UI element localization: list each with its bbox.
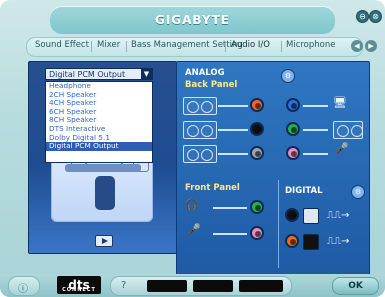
jack-pink[interactable] [286, 146, 300, 160]
connector-line [303, 105, 328, 107]
section-divider [278, 180, 279, 268]
analog-settings-gear-icon[interactable]: ⚙ [281, 69, 295, 83]
tab-separator [225, 41, 226, 52]
connector-line [213, 233, 247, 235]
tab-separator [281, 41, 282, 52]
chevron-down-icon[interactable]: ▼ [141, 69, 152, 79]
dts-logo-subtext: CONNECT [62, 287, 96, 293]
audio-io-panel: ANALOG ⚙ Back Panel 🖥 🎤 Front Panel 🎧 🎤 … [176, 61, 370, 276]
back-panel-row-1: 🖥 [183, 94, 363, 116]
front-panel-label: Front Panel [185, 183, 240, 193]
audio-manager-window: GIGABYTE ⊖ ⊗ Sound Effect Mixer Bass Man… [0, 0, 385, 297]
analog-title: ANALOG [185, 68, 225, 78]
digital-title: DIGITAL [285, 186, 323, 196]
output-preview-panel: Digital PCM Output ▼ Headphone 2CH Speak… [28, 61, 177, 254]
front-panel-row-1: 🎧 [183, 196, 278, 218]
speaker-pair-icon [183, 145, 217, 163]
back-panel-row-2 [183, 118, 363, 140]
spdif-optical-icon [303, 208, 319, 224]
minimize-button[interactable]: ⊖ [356, 10, 369, 23]
feature-strip: ? [110, 276, 292, 296]
jack-blue[interactable] [286, 98, 300, 112]
connector-line [303, 129, 328, 131]
digital-settings-gear-icon[interactable]: ⚙ [351, 185, 365, 199]
bottom-bar: ⓘ dts CONNECT ? OK [0, 274, 385, 297]
jack-green[interactable] [286, 122, 300, 136]
digital-wave-icon: ⎍⎍→ [327, 236, 350, 247]
tab-scroll-left-button[interactable]: ◀ [351, 40, 363, 52]
connector-line [218, 129, 248, 131]
spdif-optical-jack[interactable] [285, 208, 299, 222]
close-button[interactable]: ⊗ [369, 10, 382, 23]
output-type-selected: Digital PCM Output [49, 70, 126, 79]
front-microphone-icon: 🎤 [187, 223, 201, 236]
info-button[interactable]: ⓘ [8, 276, 40, 296]
speaker-pair-icon [183, 121, 217, 139]
dts-badge-icon [193, 280, 233, 292]
brand-title: GIGABYTE [154, 13, 230, 27]
tab-separator [126, 41, 127, 52]
connector-line [213, 207, 247, 209]
connector-line [218, 153, 248, 155]
back-panel-row-3: 🎤 [183, 142, 363, 164]
microphone-icon: 🎤 [335, 142, 349, 155]
jack-gray[interactable] [250, 146, 264, 160]
ok-button[interactable]: OK [332, 277, 379, 295]
front-jack-green[interactable] [250, 200, 264, 214]
connector-line [303, 153, 328, 155]
jack-orange[interactable] [250, 98, 264, 112]
connector-line [218, 105, 248, 107]
play-test-button[interactable] [95, 235, 113, 247]
desk-icon [65, 164, 141, 172]
back-panel-label: Back Panel [185, 80, 238, 90]
chair-icon [95, 176, 115, 210]
tab-sound-effect[interactable]: Sound Effect [35, 40, 89, 50]
dolby-badge-icon [239, 280, 283, 292]
output-type-dropdown[interactable]: Digital PCM Output ▼ [45, 68, 153, 80]
tab-mixer[interactable]: Mixer [97, 40, 120, 50]
output-type-options: Headphone 2CH Speaker 4CH Speaker 6CH Sp… [45, 81, 153, 163]
info-icon: ⓘ [18, 284, 28, 295]
jack-black[interactable] [250, 122, 264, 136]
tab-microphone[interactable]: Microphone [286, 40, 335, 50]
digital-row-coaxial: ⎍⎍→ [285, 230, 365, 252]
headphones-icon: 🎧 [185, 198, 199, 211]
spdif-coaxial-icon [303, 234, 319, 250]
tab-scroll-right-button[interactable]: ▶ [365, 40, 377, 52]
tab-audio-io[interactable]: Audio I/O [231, 40, 270, 50]
help-icon[interactable]: ? [121, 280, 126, 291]
digital-wave-icon: ⎍⎍→ [327, 210, 350, 221]
tab-bar: Sound Effect Mixer Bass Management Setti… [26, 37, 363, 57]
speaker-pair-icon [333, 121, 363, 139]
dts-badge-icon [147, 280, 187, 292]
speaker-pair-icon [183, 97, 217, 115]
monitor-device-icon: 🖥 [333, 96, 347, 109]
spdif-coaxial-jack[interactable] [285, 234, 299, 248]
title-bar: GIGABYTE [50, 6, 335, 34]
output-option-digital-pcm-output[interactable]: Digital PCM Output [46, 142, 152, 151]
digital-row-optical: ⎍⎍→ [285, 204, 365, 226]
dts-connect-logo: dts CONNECT [57, 276, 101, 294]
tab-separator [91, 41, 92, 52]
front-jack-pink[interactable] [250, 226, 264, 240]
front-panel-row-2: 🎤 [183, 222, 278, 244]
